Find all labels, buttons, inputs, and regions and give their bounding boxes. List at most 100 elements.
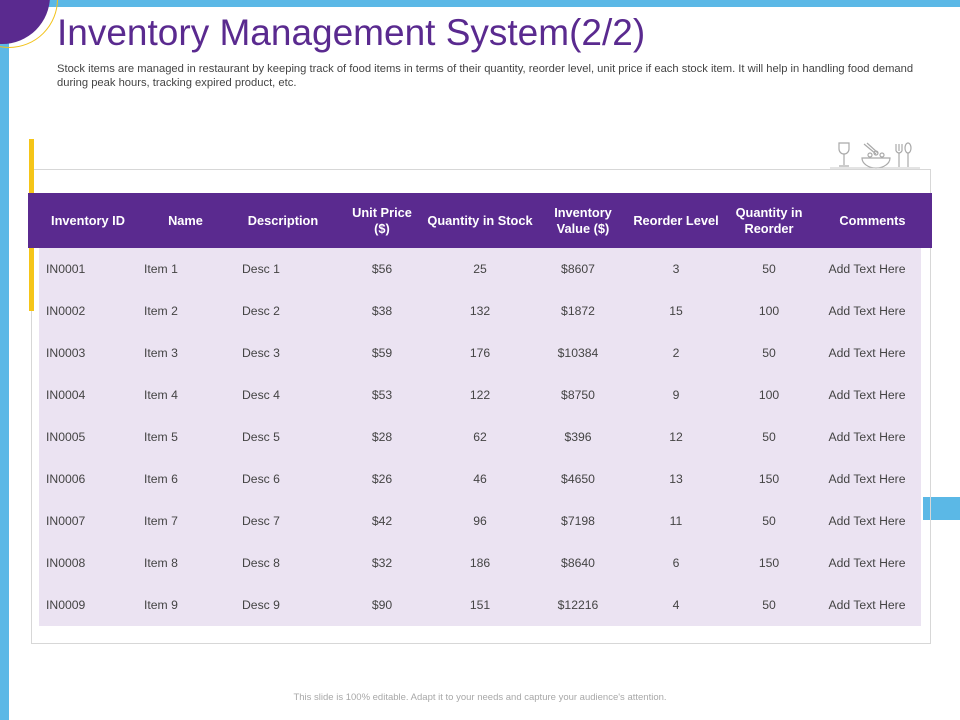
table-cell: $7198 [561, 514, 595, 528]
table-cell: $90 [371, 598, 393, 612]
table-cell: Item 6 [144, 472, 178, 486]
table-cell: IN0006 [46, 472, 86, 486]
column-header: Inventory ID [51, 212, 125, 228]
table-cell: IN0009 [46, 598, 86, 612]
table-cell: Item 5 [144, 430, 178, 444]
wine-glass-icon [838, 142, 850, 167]
table-cell: 12 [669, 430, 683, 444]
table-cell: Add Text Here [828, 556, 906, 570]
table-cell: 151 [469, 598, 491, 612]
fork-spoon-icon [895, 142, 912, 167]
column-header: Unit Price ($) [352, 204, 412, 236]
table-cell: Desc 2 [242, 304, 280, 318]
table-row: IN0008 Item 8 Desc 8 $32 186 $8640 6 150 Add Tex… [39, 542, 921, 584]
table-cell: Item 7 [144, 514, 178, 528]
table-cell: Item 4 [144, 388, 178, 402]
table-cell: Add Text Here [828, 388, 906, 402]
table-cell: $12216 [557, 598, 599, 612]
table-cell: Item 3 [144, 346, 178, 360]
table-cell: Desc 3 [242, 346, 280, 360]
food-bowl-icon [861, 142, 891, 169]
column-header: Name [168, 212, 203, 228]
top-accent-bar [0, 0, 960, 7]
table-row: IN0009 Item 9 Desc 9 $90 151 $12216 4 50 Add Tex… [39, 584, 921, 626]
table-cell: 46 [473, 472, 487, 486]
table-cell: $10384 [557, 346, 599, 360]
table-row: IN0005 Item 5 Desc 5 $28 62 $396 12 50 Add Text … [39, 416, 921, 458]
left-accent-bar [0, 0, 9, 720]
table-cell: Desc 4 [242, 388, 280, 402]
table-cell: Desc 7 [242, 514, 280, 528]
table-cell: 132 [469, 304, 491, 318]
table-row: IN0001 Item 1 Desc 1 $56 25 $8607 3 50 Add Text … [39, 248, 921, 290]
table-cell: 6 [672, 556, 680, 570]
table-cell: $8640 [561, 556, 595, 570]
table-body: IN0001 Item 1 Desc 1 $56 25 $8607 3 50 Add Text … [39, 248, 921, 626]
table-row: IN0003 Item 3 Desc 3 $59 176 $10384 2 50 Add Tex… [39, 332, 921, 374]
table-cell: Add Text Here [828, 430, 906, 444]
table-cell: $26 [371, 472, 393, 486]
page-title: Inventory Management System(2/2) [57, 12, 646, 53]
table-cell: Add Text Here [828, 262, 906, 276]
corner-arc-decoration [0, 0, 58, 48]
table-cell: Desc 6 [242, 472, 280, 486]
table-cell: 50 [762, 262, 776, 276]
column-header: Inventory Value ($) [554, 204, 612, 236]
table-cell: 25 [473, 262, 487, 276]
column-header: Description [247, 212, 319, 228]
table-row: IN0006 Item 6 Desc 6 $26 46 $4650 13 150 Add Tex… [39, 458, 921, 500]
table-row: IN0002 Item 2 Desc 2 $38 132 $1872 15 100 Add Te… [39, 290, 921, 332]
table-row: IN0004 Item 4 Desc 4 $53 122 $8750 9 100 Add Tex… [39, 374, 921, 416]
table-cell: Add Text Here [828, 304, 906, 318]
table-cell: Add Text Here [828, 346, 906, 360]
table-cell: 2 [672, 346, 680, 360]
table-cell: Desc 8 [242, 556, 280, 570]
table-cell: Add Text Here [828, 598, 906, 612]
table-cell: 4 [672, 598, 680, 612]
table-cell: 176 [469, 346, 491, 360]
column-header: Comments [839, 212, 906, 228]
table-cell: $4650 [561, 472, 595, 486]
table-cell: IN0008 [46, 556, 86, 570]
table-cell: $8750 [561, 388, 595, 402]
column-header: Reorder Level [633, 212, 719, 228]
table-cell: 13 [669, 472, 683, 486]
table-header: Inventory ID Name Description Unit Price ($… [28, 193, 932, 248]
table-cell: 96 [473, 514, 487, 528]
table-cell: $42 [371, 514, 393, 528]
table-cell: Desc 9 [242, 598, 280, 612]
table-cell: IN0007 [46, 514, 86, 528]
table-cell: IN0001 [46, 262, 86, 276]
table-cell: 3 [672, 262, 680, 276]
table-cell: Add Text Here [828, 472, 906, 486]
table-cell: Item 2 [144, 304, 178, 318]
table-cell: $28 [371, 430, 393, 444]
table-cell: 11 [669, 514, 683, 528]
table-cell: $32 [371, 556, 393, 570]
table-cell: 100 [758, 304, 780, 318]
table-cell: 122 [469, 388, 491, 402]
table-cell: $59 [371, 346, 393, 360]
table-cell: $38 [371, 304, 393, 318]
table-cell: 62 [473, 430, 487, 444]
food-icons [830, 142, 920, 169]
table-cell: IN0005 [46, 430, 86, 444]
page-subtitle: Stock items are managed in restaurant by… [57, 63, 914, 89]
table-cell: Desc 5 [242, 430, 280, 444]
table-cell: 50 [762, 346, 776, 360]
table-cell: 9 [672, 388, 680, 402]
table-cell: $1872 [561, 304, 595, 318]
table-cell: 150 [758, 556, 780, 570]
table-cell: IN0003 [46, 346, 86, 360]
table-row: IN0007 Item 7 Desc 7 $42 96 $7198 11 50 Add Text… [39, 500, 921, 542]
table-cell: Item 8 [144, 556, 178, 570]
table-cell: IN0002 [46, 304, 86, 318]
table-cell: Add Text Here [828, 514, 906, 528]
column-header: Quantity in Reorder [735, 204, 803, 236]
table-cell: 150 [758, 472, 780, 486]
table-cell: Item 1 [144, 262, 178, 276]
table-cell: 15 [669, 304, 683, 318]
table-cell: $396 [564, 430, 592, 444]
table-cell: Item 9 [144, 598, 178, 612]
table-cell: 50 [762, 598, 776, 612]
